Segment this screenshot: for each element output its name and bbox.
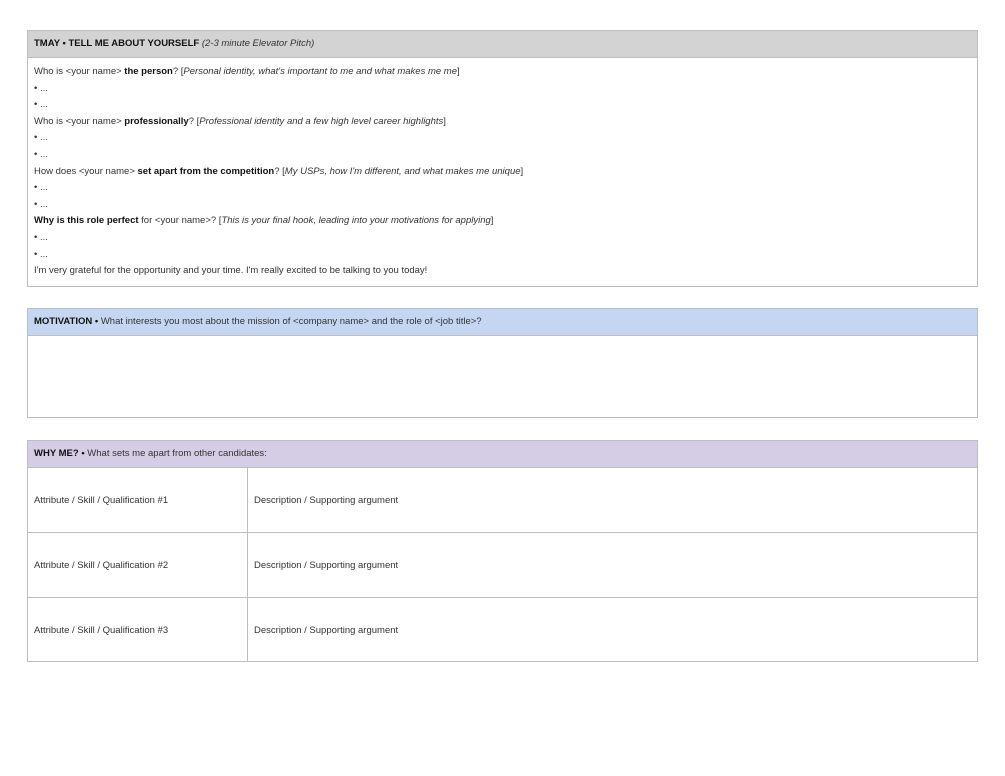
question-hint: This is your final hook, leading into yo… <box>221 215 491 227</box>
question-text: ? [ <box>188 115 200 127</box>
attribute-cell[interactable]: Attribute / Skill / Qualification #1 <box>28 468 248 533</box>
question-the-person: Who is <your name> the person? [Personal… <box>34 64 971 81</box>
bullet-item[interactable]: • ... <box>34 180 971 197</box>
attribute-cell[interactable]: Attribute / Skill / Qualification #2 <box>28 532 248 598</box>
question-text: ? [ <box>274 165 285 177</box>
description-cell[interactable]: Description / Supporting argument <box>248 468 978 533</box>
question-text: for <your name>? [ <box>138 215 222 227</box>
description-cell[interactable]: Description / Supporting argument <box>247 532 977 598</box>
bullet-item[interactable]: • ... <box>34 197 971 214</box>
tmay-header-title: TMAY • TELL ME ABOUT YOURSELF <box>34 38 200 49</box>
tmay-header: TMAY • TELL ME ABOUT YOURSELF (2-3 minut… <box>28 31 977 58</box>
question-set-apart: How does <your name> set apart from the … <box>34 164 971 181</box>
table-row: Attribute / Skill / Qualification #3 Des… <box>28 597 977 662</box>
why-me-header-question: What sets me apart from other candidates… <box>84 448 267 459</box>
why-me-header-title: WHY ME? • <box>34 448 85 459</box>
question-text: How does <your name> <box>34 165 138 177</box>
bullet-item[interactable]: • ... <box>34 230 971 247</box>
motivation-header-title: MOTIVATION • <box>34 316 99 327</box>
question-hint: Professional identity and a few high lev… <box>199 115 444 127</box>
question-role-perfect: Why is this role perfect for <your name>… <box>34 213 971 230</box>
question-text: ] <box>457 66 460 77</box>
question-emphasis: professionally <box>124 115 189 127</box>
motivation-header-question: What interests you most about the missio… <box>98 316 482 327</box>
tmay-body[interactable]: Who is <your name> the person? [Personal… <box>28 58 977 280</box>
why-me-section: WHY ME? • What sets me apart from other … <box>27 440 978 662</box>
why-me-header: WHY ME? • What sets me apart from other … <box>28 441 977 468</box>
question-professionally: Who is <your name> professionally? [Prof… <box>34 114 971 131</box>
bullet-item[interactable]: • ... <box>34 81 971 98</box>
bullet-item[interactable]: • ... <box>34 247 971 264</box>
closing-statement: I'm very grateful for the opportunity an… <box>34 265 428 277</box>
tmay-header-subtitle: (2-3 minute Elevator Pitch) <box>201 38 315 49</box>
question-text: ] <box>490 215 494 227</box>
question-text: ] <box>520 165 524 177</box>
description-cell[interactable]: Description / Supporting argument <box>247 597 977 662</box>
question-text: ? [ <box>172 66 184 77</box>
attribute-cell[interactable]: Attribute / Skill / Qualification #3 <box>28 597 248 662</box>
question-emphasis: Why is this role perfect <box>34 215 139 227</box>
question-emphasis: the person <box>124 66 173 77</box>
table-row: Attribute / Skill / Qualification #2 Des… <box>28 532 977 598</box>
motivation-header: MOTIVATION • What interests you most abo… <box>28 309 977 336</box>
question-hint: Personal identity, what's important to m… <box>183 66 457 77</box>
bullet-item[interactable]: • ... <box>34 97 971 114</box>
bullet-item[interactable]: • ... <box>34 130 971 147</box>
question-text: Who is <your name> <box>34 66 125 77</box>
question-text: Who is <your name> <box>34 115 125 127</box>
motivation-section: MOTIVATION • What interests you most abo… <box>27 308 978 418</box>
bullet-item[interactable]: • ... <box>34 147 971 164</box>
motivation-answer-area[interactable] <box>28 336 977 418</box>
tmay-section: TMAY • TELL ME ABOUT YOURSELF (2-3 minut… <box>27 30 978 287</box>
table-row: Attribute / Skill / Qualification #1 Des… <box>28 468 977 533</box>
attributes-table: Attribute / Skill / Qualification #1 Des… <box>28 468 977 662</box>
question-text: ] <box>443 115 446 127</box>
question-hint: My USPs, how I'm different, and what mak… <box>284 165 521 177</box>
question-emphasis: set apart from the competition <box>137 165 275 177</box>
